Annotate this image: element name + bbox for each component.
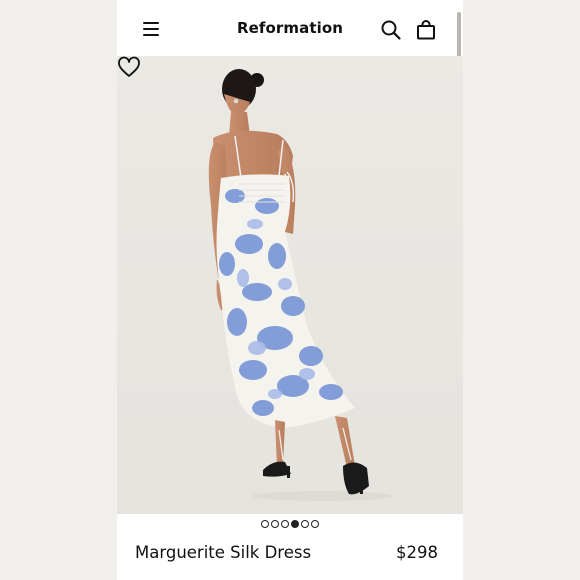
product-image[interactable] <box>117 56 463 514</box>
carousel-dot[interactable] <box>311 520 319 528</box>
carousel-dots <box>117 518 463 530</box>
product-name: Marguerite Silk Dress <box>135 543 312 562</box>
product-page: Reformation Marguerite Silk Dress $298 <box>117 0 463 580</box>
carousel-dot[interactable] <box>261 520 269 528</box>
carousel-dot-active[interactable] <box>291 520 299 528</box>
product-price: $298 <box>396 543 438 562</box>
bag-icon[interactable] <box>415 19 437 41</box>
carousel-dot[interactable] <box>301 520 309 528</box>
search-icon[interactable] <box>380 19 402 41</box>
brand-logo[interactable]: Reformation <box>117 19 463 37</box>
heart-icon[interactable] <box>117 56 141 78</box>
carousel-dot[interactable] <box>271 520 279 528</box>
model-photo <box>117 56 463 514</box>
top-navigation-bar: Reformation <box>117 0 463 56</box>
carousel-dot[interactable] <box>281 520 289 528</box>
